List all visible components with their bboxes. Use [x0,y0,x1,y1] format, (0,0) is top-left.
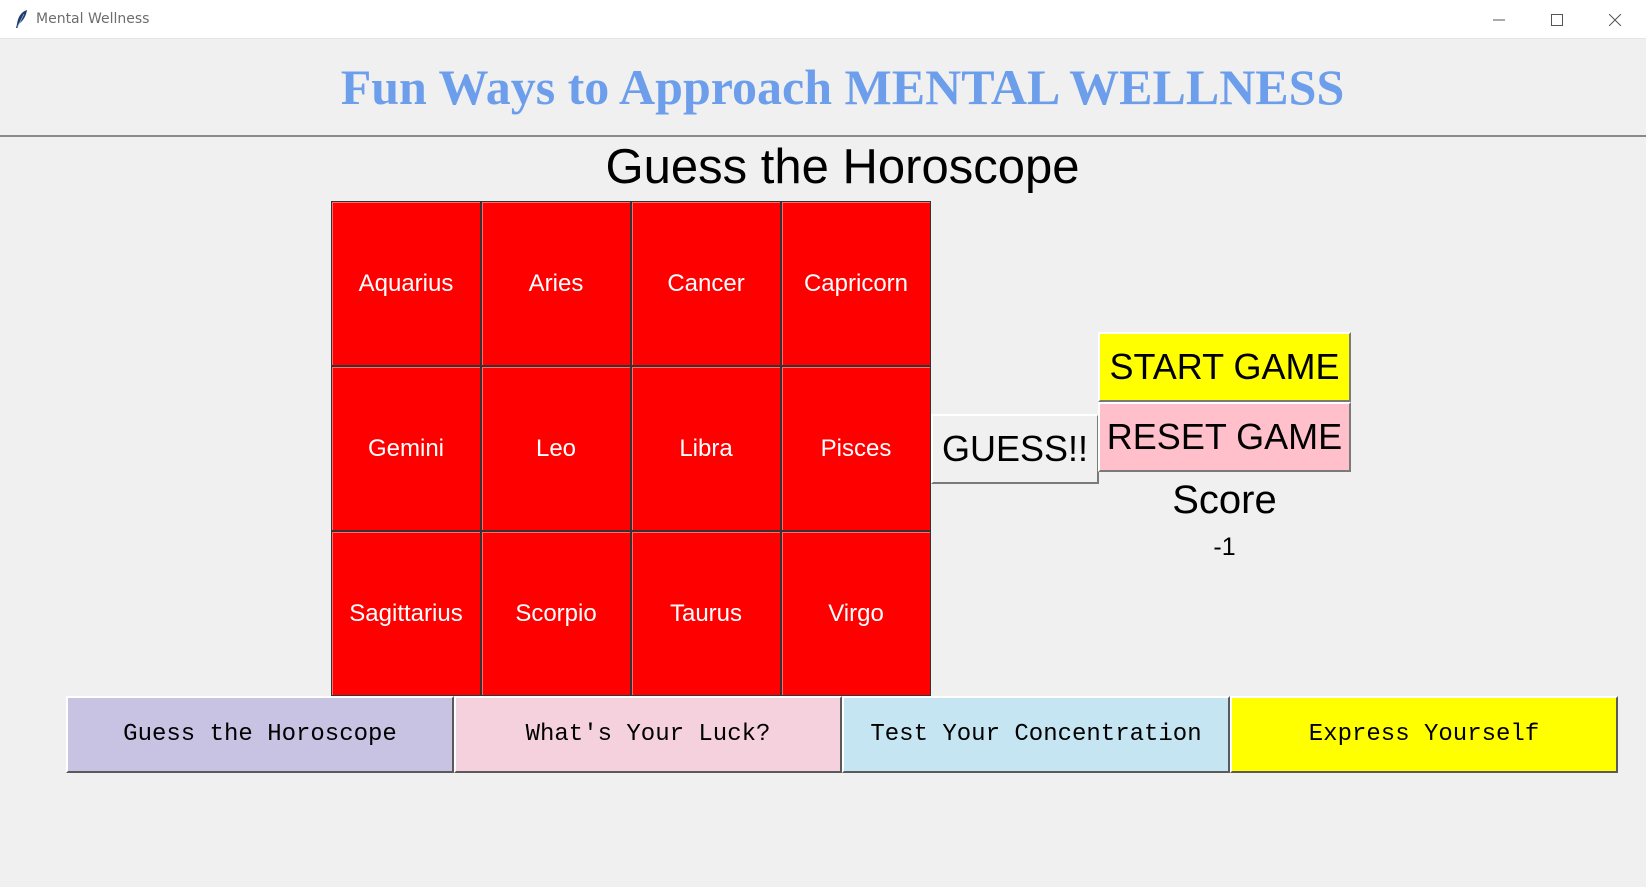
minimize-button[interactable] [1470,0,1528,39]
title-bar: Mental Wellness [0,0,1646,39]
nav-guess-horoscope-button[interactable]: Guess the Horoscope [66,696,454,773]
horoscope-grid: Aquarius Aries Cancer Capricorn Gemini L… [331,201,931,696]
nav-express-yourself-button[interactable]: Express Yourself [1230,696,1618,773]
maximize-button[interactable] [1528,0,1586,39]
score-label: Score [1172,478,1277,522]
nav-test-concentration-button[interactable]: Test Your Concentration [842,696,1230,773]
game-nav: Guess the Horoscope What's Your Luck? Te… [66,696,1618,773]
window-title: Mental Wellness [36,11,150,27]
close-button[interactable] [1586,0,1644,39]
minimize-icon [1493,19,1505,20]
start-game-button[interactable]: START GAME [1098,332,1351,402]
sign-tile-pisces[interactable]: Pisces [781,366,931,531]
sign-tile-aquarius[interactable]: Aquarius [331,201,481,366]
sign-tile-leo[interactable]: Leo [481,366,631,531]
sign-tile-cancer[interactable]: Cancer [631,201,781,366]
game-title: Guess the Horoscope [605,140,1080,194]
sign-tile-sagittarius[interactable]: Sagittarius [331,531,481,696]
close-icon [1609,13,1621,26]
sign-tile-gemini[interactable]: Gemini [331,366,481,531]
sign-tile-aries[interactable]: Aries [481,201,631,366]
header-frame: Fun Ways to Approach MENTAL WELLNESS [0,40,1646,137]
sign-tile-scorpio[interactable]: Scorpio [481,531,631,696]
maximize-icon [1551,13,1563,26]
sign-tile-capricorn[interactable]: Capricorn [781,201,931,366]
score-value: -1 [1213,533,1236,561]
feather-icon [16,10,27,28]
nav-whats-your-luck-button[interactable]: What's Your Luck? [454,696,842,773]
sign-tile-taurus[interactable]: Taurus [631,531,781,696]
sign-tile-libra[interactable]: Libra [631,366,781,531]
app-heading: Fun Ways to Approach MENTAL WELLNESS [340,59,1345,115]
sign-tile-virgo[interactable]: Virgo [781,531,931,696]
reset-game-button[interactable]: RESET GAME [1098,402,1351,472]
guess-button[interactable]: GUESS!! [931,414,1099,484]
